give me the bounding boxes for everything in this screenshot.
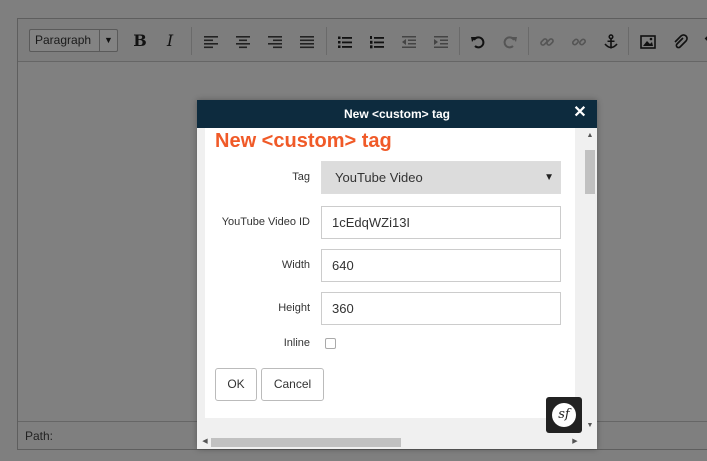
- width-input[interactable]: 640: [321, 249, 561, 282]
- dialog-heading: New <custom> tag: [215, 130, 392, 152]
- scroll-right-icon[interactable]: ▶: [569, 436, 581, 448]
- tag-label: Tag: [292, 171, 310, 183]
- scroll-down-icon[interactable]: ▼: [583, 420, 597, 432]
- custom-tag-dialog: New <custom> tag ✕ New <custom> tag Tag …: [197, 100, 597, 449]
- ok-button[interactable]: OK: [215, 368, 257, 401]
- tag-select[interactable]: YouTube Video ▼: [321, 161, 561, 194]
- scroll-thumb[interactable]: [585, 150, 595, 194]
- video-id-input[interactable]: 1cEdqWZi13I: [321, 206, 561, 239]
- scroll-up-icon[interactable]: ▲: [583, 130, 597, 142]
- symfony-logo-icon: sf: [552, 403, 576, 427]
- dialog-title: New <custom> tag: [197, 100, 597, 128]
- inline-label: Inline: [283, 337, 310, 349]
- close-icon[interactable]: ✕: [573, 105, 587, 121]
- cancel-button[interactable]: Cancel: [261, 368, 324, 401]
- dialog-body: New <custom> tag Tag YouTube Video ▼ You…: [205, 128, 575, 418]
- vertical-scrollbar[interactable]: ▲ ▼: [583, 128, 597, 434]
- video-id-label: YouTube Video ID: [221, 216, 310, 228]
- caret-down-icon: ▼: [544, 172, 554, 183]
- height-input[interactable]: 360: [321, 292, 561, 325]
- horizontal-scrollbar[interactable]: ◀ ▶: [197, 434, 583, 449]
- scroll-thumb-horizontal[interactable]: [211, 438, 401, 447]
- height-label: Height: [278, 302, 310, 314]
- tag-select-value: YouTube Video: [335, 170, 423, 185]
- symfony-debug-badge[interactable]: sf: [546, 397, 582, 433]
- inline-checkbox[interactable]: [325, 338, 336, 349]
- width-label: Width: [281, 259, 310, 271]
- scroll-left-icon[interactable]: ◀: [199, 436, 211, 448]
